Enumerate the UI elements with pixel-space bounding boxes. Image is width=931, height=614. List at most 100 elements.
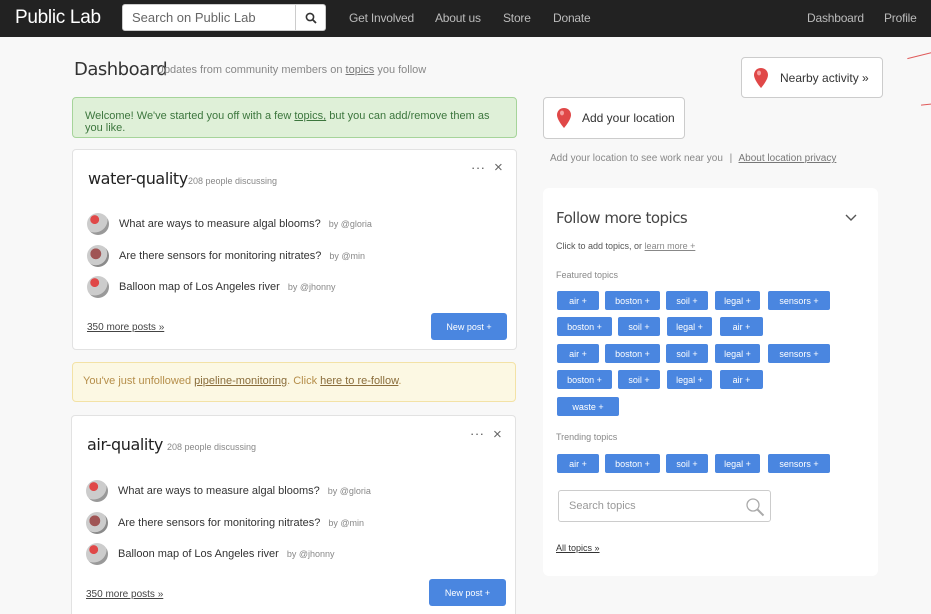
more-options-icon[interactable]: ··· [470, 426, 485, 441]
close-icon[interactable]: × [493, 426, 502, 443]
avatar [86, 543, 108, 565]
topic-tag-boston[interactable]: boston + [605, 291, 660, 310]
topic-tag-legal[interactable]: legal + [715, 454, 760, 473]
topic-tag-legal[interactable]: legal + [667, 317, 712, 336]
topic-card-title[interactable]: air-quality [87, 435, 163, 454]
site-search-input[interactable] [122, 4, 296, 31]
site-search-button[interactable] [296, 4, 326, 31]
navbar: Public Lab Get Involved About us Store D… [0, 0, 931, 37]
list-item[interactable]: What are ways to measure algal blooms? b… [87, 213, 372, 235]
topic-tag-boston[interactable]: boston + [605, 344, 660, 363]
topic-tag-legal[interactable]: legal + [715, 344, 760, 363]
page-subtitle: Updates from community members on topics… [156, 64, 426, 76]
post-title[interactable]: Are there sensors for monitoring nitrate… [119, 250, 321, 262]
topic-tag-air[interactable]: air + [557, 291, 599, 310]
topic-tag-boston[interactable]: boston + [605, 454, 660, 473]
follow-topics-title: Follow more topics [556, 209, 688, 227]
nearby-activity-button[interactable]: Nearby activity » [741, 57, 883, 98]
topic-tag-air[interactable]: air + [720, 370, 763, 389]
chevron-down-icon[interactable] [845, 214, 857, 222]
new-post-button[interactable]: New post + [429, 579, 506, 606]
welcome-alert: Welcome! We've started you off with a fe… [72, 97, 517, 138]
post-author[interactable]: by @jhonny [288, 282, 336, 292]
topic-search-placeholder: Search topics [569, 500, 636, 512]
post-author[interactable]: by @gloria [329, 219, 372, 229]
topic-tag-air[interactable]: air + [720, 317, 763, 336]
nav-about-us[interactable]: About us [435, 11, 481, 25]
learn-more-link[interactable]: learn more + [645, 241, 696, 251]
close-icon[interactable]: × [494, 159, 503, 176]
post-title[interactable]: What are ways to measure algal blooms? [118, 485, 320, 497]
more-options-icon[interactable]: ··· [471, 160, 486, 175]
topics-link[interactable]: topics [346, 64, 375, 76]
avatar [87, 276, 109, 298]
topic-tag-boston[interactable]: boston + [557, 370, 612, 389]
topic-tag-legal[interactable]: legal + [715, 291, 760, 310]
topic-search-input[interactable]: Search topics [558, 490, 771, 522]
list-item[interactable]: What are ways to measure algal blooms? b… [86, 480, 371, 502]
subtitle-text: you follow [377, 64, 427, 76]
topic-tag-boston[interactable]: boston + [557, 317, 612, 336]
follow-topics-panel: Follow more topics Click to add topics, … [543, 188, 878, 576]
topic-card-title[interactable]: water-quality [88, 169, 188, 188]
post-author[interactable]: by @min [328, 518, 364, 528]
avatar [86, 512, 108, 534]
post-author[interactable]: by @min [329, 251, 365, 261]
post-title[interactable]: What are ways to measure algal blooms? [119, 218, 321, 230]
nav-profile[interactable]: Profile [884, 11, 917, 25]
topic-tag-legal[interactable]: legal + [667, 370, 712, 389]
list-item[interactable]: Balloon map of Los Angeles river by @jho… [87, 276, 336, 298]
avatar [87, 213, 109, 235]
post-author[interactable]: by @gloria [328, 486, 371, 496]
add-location-label: Add your location [582, 111, 675, 125]
topic-tag-soil[interactable]: soil + [618, 317, 660, 336]
unfollow-text: . Click [287, 375, 318, 387]
nav-store[interactable]: Store [503, 11, 531, 25]
map-marker-icon [754, 67, 768, 88]
post-author[interactable]: by @jhonny [287, 549, 335, 559]
topic-tag-sensors[interactable]: sensors + [768, 454, 830, 473]
welcome-topics-link[interactable]: topics, [294, 110, 326, 122]
post-title[interactable]: Balloon map of Los Angeles river [119, 281, 280, 293]
topic-tag-waste[interactable]: waste + [557, 397, 619, 416]
map-route-line [920, 103, 931, 106]
nav-get-involved[interactable]: Get Involved [349, 11, 414, 25]
refollow-link[interactable]: here to re-follow [320, 375, 398, 387]
unfollowed-topic-link[interactable]: pipeline-monitoring [194, 375, 287, 387]
list-item[interactable]: Balloon map of Los Angeles river by @jho… [86, 543, 335, 565]
post-title[interactable]: Balloon map of Los Angeles river [118, 548, 279, 560]
all-topics-link[interactable]: All topics » [556, 543, 600, 553]
list-item[interactable]: Are there sensors for monitoring nitrate… [87, 245, 365, 267]
topic-tag-soil[interactable]: soil + [666, 344, 708, 363]
topic-card-water-quality: water-quality 208 people discussing ··· … [72, 149, 517, 350]
map-marker-icon [557, 108, 571, 128]
topic-tag-soil[interactable]: soil + [666, 291, 708, 310]
trending-topics-label: Trending topics [556, 432, 618, 442]
search-icon[interactable] [745, 497, 765, 517]
post-title[interactable]: Are there sensors for monitoring nitrate… [118, 517, 320, 529]
nav-dashboard[interactable]: Dashboard [807, 11, 864, 25]
topic-tag-soil[interactable]: soil + [618, 370, 660, 389]
list-item[interactable]: Are there sensors for monitoring nitrate… [86, 512, 364, 534]
topic-tag-sensors[interactable]: sensors + [768, 291, 830, 310]
avatar [86, 480, 108, 502]
discussion-count: 208 people discussing [167, 442, 257, 452]
topic-tag-soil[interactable]: soil + [666, 454, 708, 473]
topic-tag-air[interactable]: air + [557, 454, 599, 473]
new-post-button[interactable]: New post + [431, 313, 507, 340]
follow-topics-subtitle: Click to add topics, or learn more + [556, 241, 695, 251]
location-privacy-link[interactable]: About location privacy [739, 153, 837, 164]
featured-topics-label: Featured topics [556, 270, 619, 280]
more-posts-link[interactable]: 350 more posts » [86, 589, 163, 600]
discussion-count: 208 people discussing [188, 176, 278, 186]
topic-card-air-quality: air-quality 208 people discussing ··· × … [71, 415, 516, 614]
add-location-button[interactable]: Add your location [543, 97, 685, 139]
welcome-text: Welcome! We've started you off with a fe… [85, 110, 292, 122]
nearby-activity-label: Nearby activity » [780, 70, 869, 85]
more-posts-link[interactable]: 350 more posts » [87, 322, 164, 333]
topic-tag-sensors[interactable]: sensors + [768, 344, 830, 363]
brand-logo[interactable]: Public Lab [15, 7, 101, 29]
unfollow-text: You've just unfollowed [83, 375, 192, 387]
topic-tag-air[interactable]: air + [557, 344, 599, 363]
nav-donate[interactable]: Donate [553, 11, 591, 25]
